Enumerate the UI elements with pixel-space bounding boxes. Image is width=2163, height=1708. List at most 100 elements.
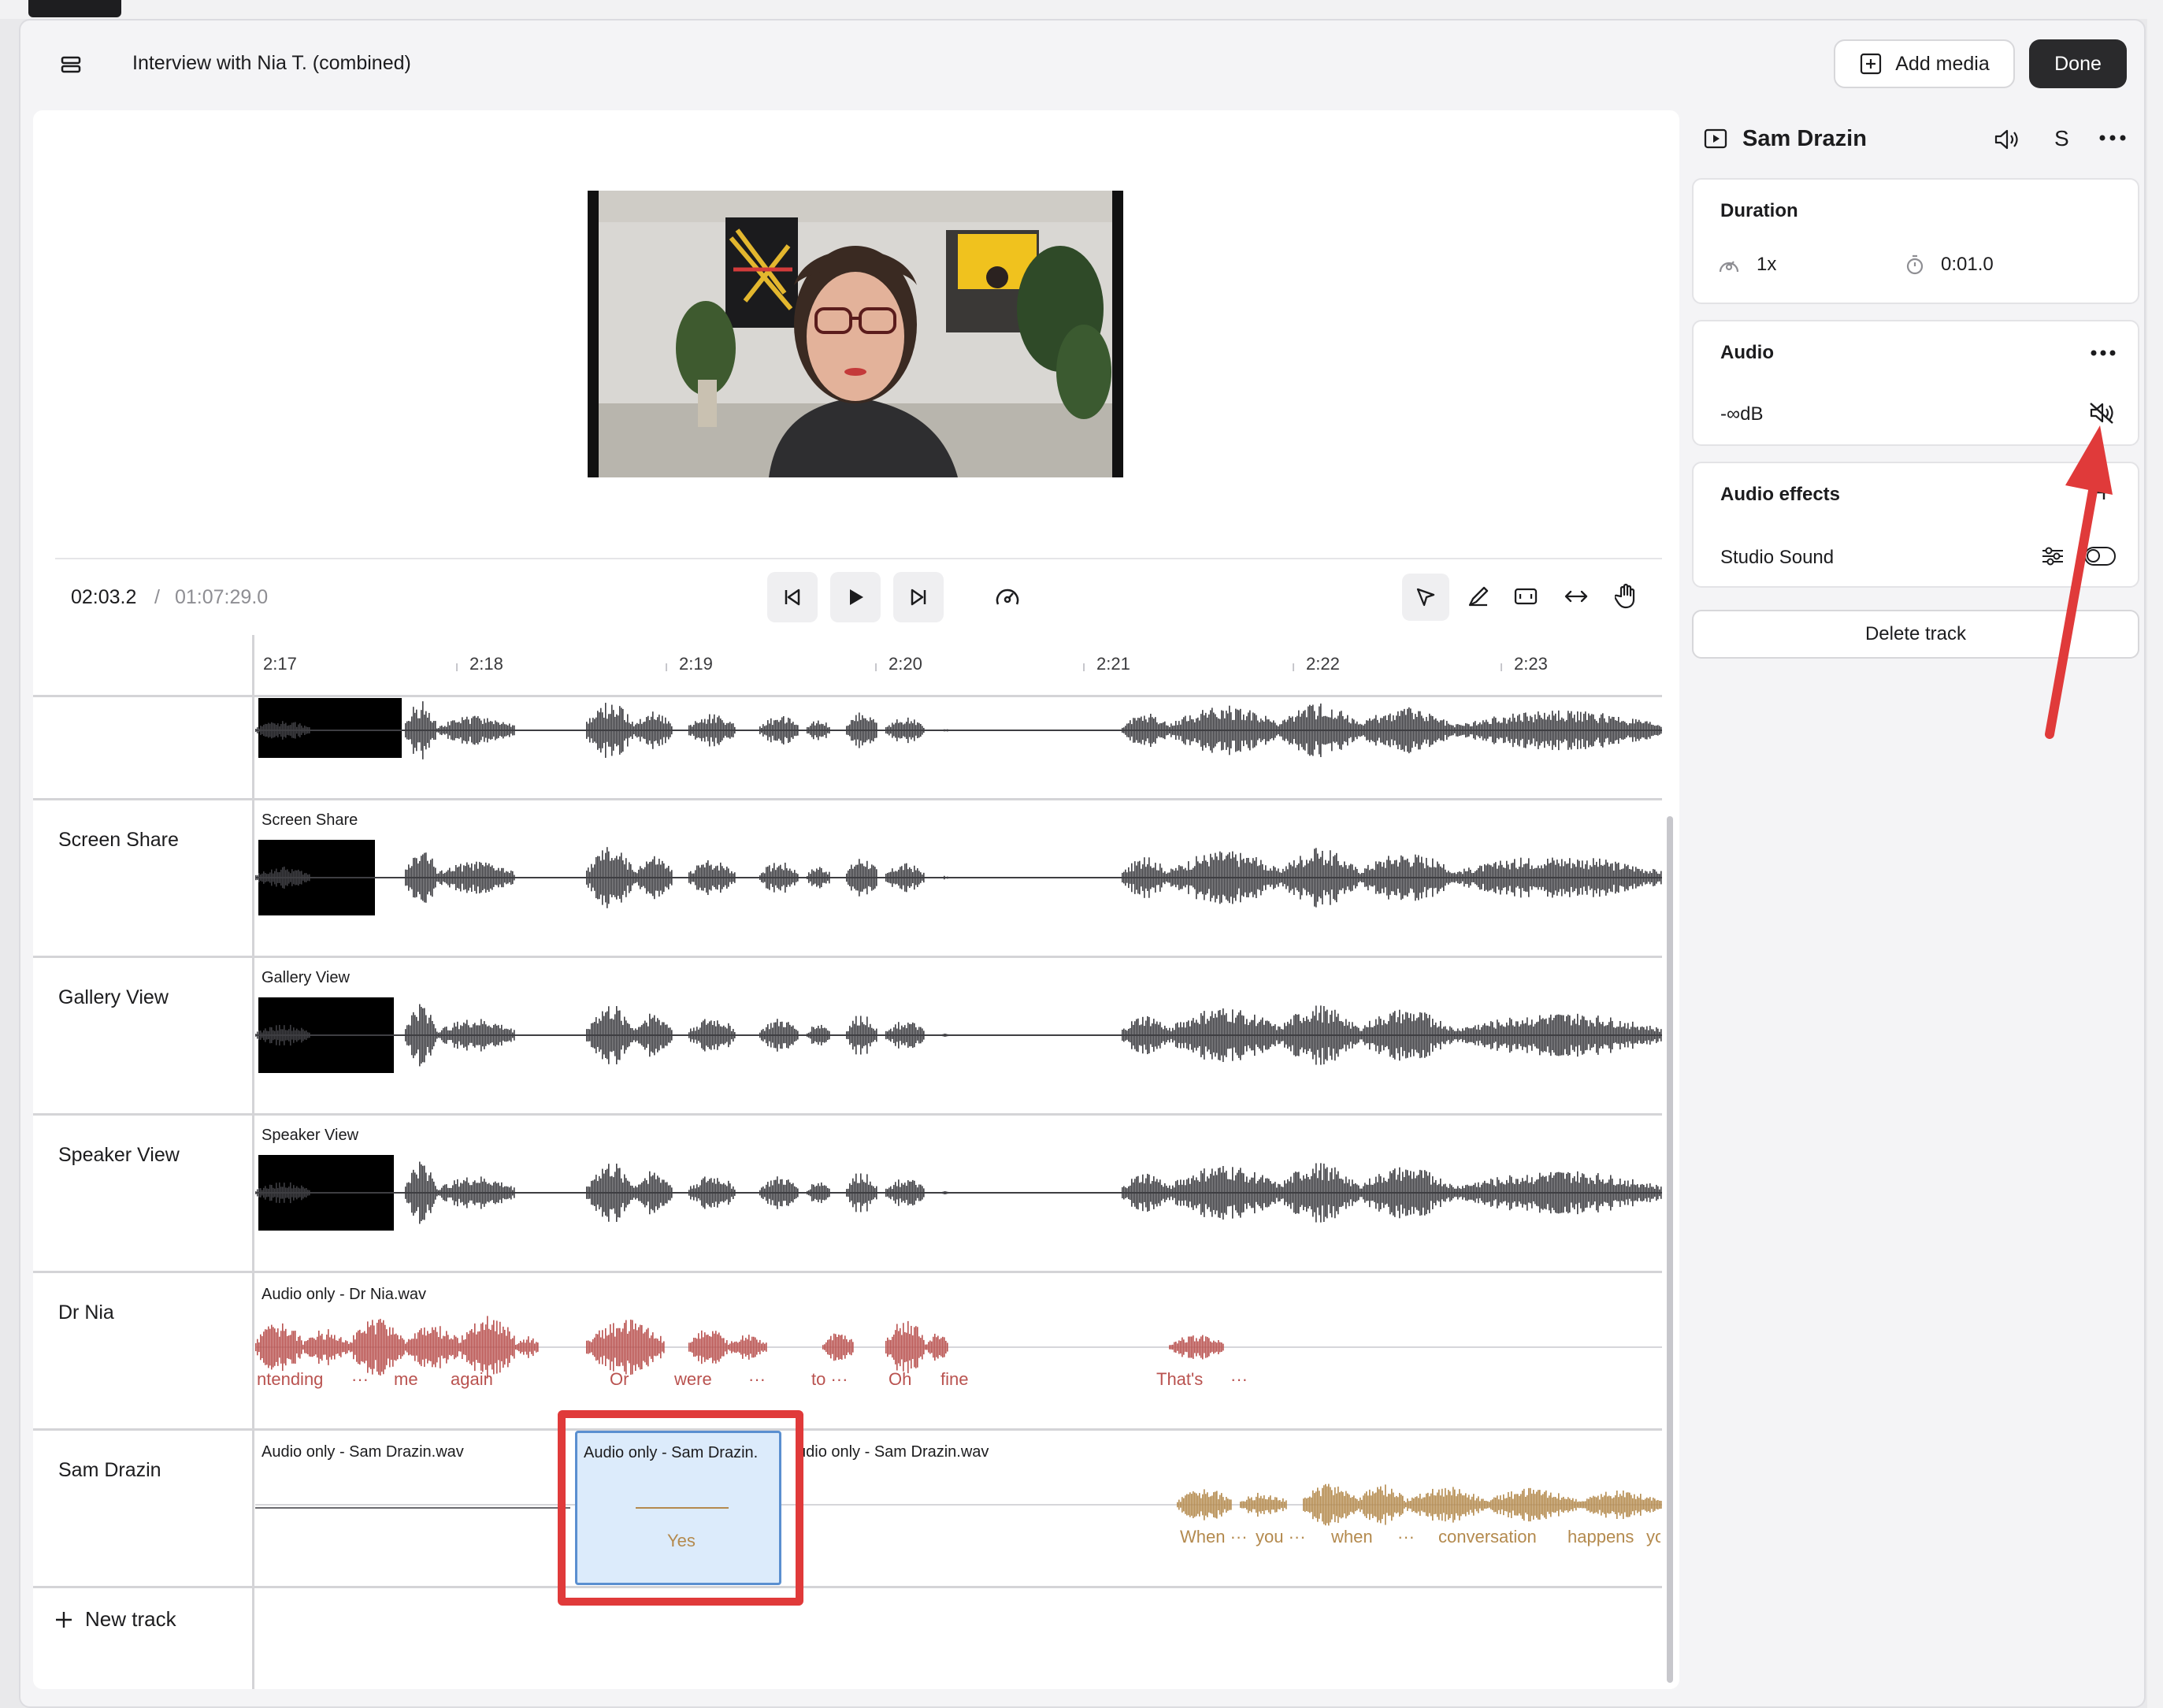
waveform-sample [1349,865,1350,890]
waveform-sample [649,1013,651,1057]
waveform-sample [1536,718,1538,742]
transcript-word[interactable]: ··· [1397,1527,1415,1547]
waveform-sample [1249,1179,1251,1206]
waveform-sample [1634,1027,1635,1044]
solo-button[interactable]: S [2054,126,2069,151]
waveform-sample [1371,1027,1372,1044]
waveform-sample [947,1342,948,1352]
play-button[interactable] [830,572,881,622]
skip-forward-button[interactable] [893,572,944,622]
select-tool-button[interactable] [1402,574,1449,621]
waveform-sample [1273,866,1274,889]
waveform-sample [1235,708,1237,752]
waveform-sample [1178,1499,1180,1510]
waveform-sample [1402,1495,1404,1514]
audio-more-button[interactable] [2087,345,2119,361]
waveform-sample [521,1342,523,1353]
audio-level[interactable]: -∞dB [1720,403,1763,425]
waveform-sample [586,1340,588,1354]
waveform-sample [433,1181,435,1205]
waveform-sample [479,1183,480,1203]
waveform-sample [1545,865,1547,890]
transcript-word[interactable]: When ··· [1180,1527,1248,1547]
waveform-sample [1478,1024,1479,1046]
waveform-sample [665,1182,666,1204]
waveform-sample [1303,1175,1304,1211]
waveform-sample [663,1341,665,1353]
done-button[interactable]: Done [2029,39,2127,88]
waveform-sample [610,1324,611,1371]
waveform-sample [1164,721,1166,740]
clip-tool-button[interactable] [1506,577,1545,616]
waveform-sample [1383,1494,1385,1515]
transcript-word[interactable]: ··· [351,1369,369,1390]
transcript-word[interactable]: conversation [1438,1527,1537,1547]
waveform-sample [827,1188,829,1197]
playback-speed-button[interactable] [988,581,1027,613]
waveform-sample [1503,1183,1504,1202]
transcript-word[interactable]: you ··· [1256,1527,1306,1547]
waveform-sample [1427,1175,1429,1210]
add-media-button[interactable]: Add media [1834,39,2015,88]
waveform-sample [690,1028,692,1042]
track-more-button[interactable] [2097,126,2128,150]
speed-field[interactable]: 1x [1717,254,1776,276]
transcript-word[interactable]: when [1331,1527,1373,1547]
transcript-word[interactable]: ··· [1230,1369,1248,1390]
waveform-sample [1618,1497,1619,1513]
waveform-sample [1575,1023,1577,1047]
waveform-sample [1627,864,1629,891]
stretch-tool-button[interactable] [1556,577,1596,616]
waveform-sample [302,1186,304,1199]
waveform-sample [715,866,717,889]
waveform-sample [340,1337,342,1357]
video-preview[interactable] [588,191,1123,477]
waveform-sample [1342,1022,1344,1049]
transcript-word[interactable]: Oh [889,1369,911,1390]
waveform-sample [1374,1183,1375,1202]
waveform-sample [589,1186,591,1199]
transcript-word[interactable]: Or [610,1369,629,1390]
transcript-word[interactable]: ntending [257,1369,323,1390]
transcript-word[interactable]: yo [1646,1527,1660,1547]
transcript-word[interactable]: were [674,1369,712,1390]
waveform-sample [1438,1183,1440,1202]
waveform-sample [729,1026,731,1045]
waveform-sample [408,864,410,891]
waveform-sample [761,727,762,733]
new-track-button[interactable]: New track [54,1607,176,1632]
waveform-sample [1424,1170,1426,1216]
waveform-sample [1199,1024,1200,1046]
transcript-word[interactable]: me [394,1369,418,1390]
hand-tool-button[interactable] [1607,575,1646,616]
waveform-sample [509,1187,510,1198]
inspector-track-title: Sam Drazin [1742,126,1867,151]
waveform-sample [1486,1025,1487,1045]
draw-tool-button[interactable] [1459,577,1498,616]
waveform-sample [1276,725,1278,736]
transcript-word[interactable]: again [451,1369,493,1390]
waveform-sample [849,1339,851,1355]
transcript-word[interactable]: fine [941,1369,968,1390]
transcript-word[interactable]: to ··· [811,1369,848,1390]
transcript-word[interactable]: That's [1156,1369,1203,1390]
timeline-scrollbar[interactable] [1667,816,1673,1683]
waveform-sample [1292,1025,1293,1045]
transcript-word[interactable]: ··· [748,1369,766,1390]
waveform-sample [255,874,257,881]
waveform-sample [821,723,822,737]
waveform-sample [607,1011,608,1060]
layout-toggle-icon[interactable] [55,49,87,80]
volume-button[interactable] [1990,124,2023,154]
waveform-sample [903,1323,904,1372]
waveform-sample [718,1181,720,1205]
waveform-sample [1593,714,1594,747]
waveform-sample [1564,861,1566,894]
waveform-sample [1137,1018,1139,1053]
skip-back-button[interactable] [767,572,818,622]
clip-duration-field[interactable]: 0:01.0 [1905,254,1994,276]
waveform-sample [1339,1492,1341,1517]
transcript-word[interactable]: happens [1568,1527,1634,1547]
waveform-sample [1419,1012,1421,1059]
waveform-sample [710,723,712,737]
